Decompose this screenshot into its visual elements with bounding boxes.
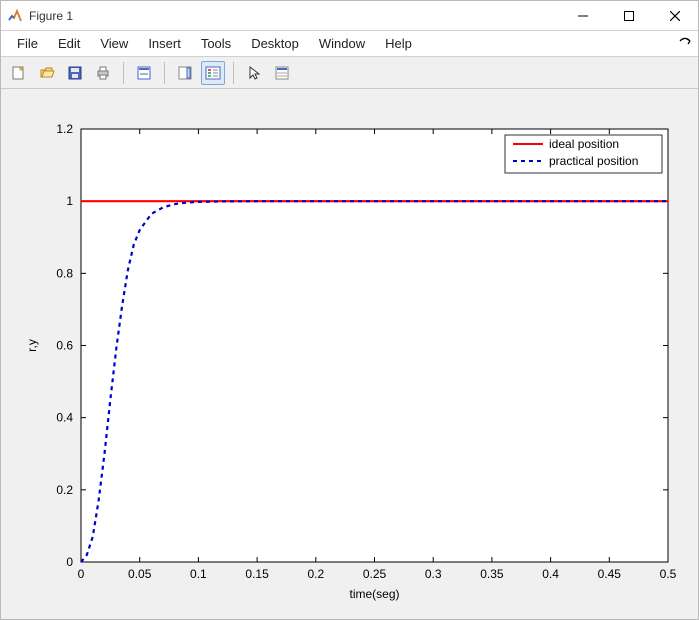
y-tick-label: 0 <box>66 555 73 569</box>
menu-help[interactable]: Help <box>375 33 422 54</box>
close-button[interactable] <box>652 1 698 30</box>
save-icon[interactable] <box>63 61 87 85</box>
toolbar-separator <box>233 62 234 84</box>
legend-entry: practical position <box>549 154 638 168</box>
toolbar-separator <box>123 62 124 84</box>
new-figure-icon[interactable] <box>7 61 31 85</box>
x-tick-label: 0.45 <box>598 567 622 581</box>
legend-entry: ideal position <box>549 137 619 151</box>
insert-legend-icon[interactable] <box>201 61 225 85</box>
x-tick-label: 0.25 <box>363 567 387 581</box>
menu-edit[interactable]: Edit <box>48 33 90 54</box>
x-tick-label: 0.15 <box>245 567 269 581</box>
maximize-button[interactable] <box>606 1 652 30</box>
x-tick-label: 0.5 <box>660 567 677 581</box>
minimize-button[interactable] <box>560 1 606 30</box>
link-plot-icon[interactable] <box>132 61 156 85</box>
dock-arrow-icon[interactable] <box>678 35 692 52</box>
x-tick-label: 0.05 <box>128 567 152 581</box>
menu-window[interactable]: Window <box>309 33 375 54</box>
menu-desktop[interactable]: Desktop <box>241 33 309 54</box>
plot-region: 0 0.05 0.1 0.15 0.2 0.25 0.3 0.35 0.4 0.45 0.5 0 0.2… <box>1 89 698 619</box>
open-icon[interactable] <box>35 61 59 85</box>
menu-tools[interactable]: Tools <box>191 33 241 54</box>
y-tick-label: 1 <box>66 194 73 208</box>
y-tick-label: 1.2 <box>56 122 73 136</box>
x-axis-label: time(seg) <box>349 587 399 601</box>
y-tick-label: 0.8 <box>56 266 73 280</box>
x-tick-label: 0.1 <box>190 567 207 581</box>
menu-file[interactable]: File <box>7 33 48 54</box>
open-property-inspector-icon[interactable] <box>270 61 294 85</box>
x-tick-label: 0.2 <box>307 567 324 581</box>
window-controls <box>560 1 698 30</box>
titlebar: Figure 1 <box>1 1 698 31</box>
axes[interactable]: 0 0.05 0.1 0.15 0.2 0.25 0.3 0.35 0.4 0.45 0.5 0 0.2… <box>1 89 698 617</box>
y-tick-label: 0.6 <box>56 339 73 353</box>
y-tick-label: 0.4 <box>56 411 73 425</box>
print-icon[interactable] <box>91 61 115 85</box>
menu-insert[interactable]: Insert <box>138 33 191 54</box>
window-title: Figure 1 <box>29 9 73 23</box>
toolbar-separator <box>164 62 165 84</box>
cursor-icon[interactable] <box>242 61 266 85</box>
y-tick-label: 0.2 <box>56 483 73 497</box>
x-tick-label: 0 <box>78 567 85 581</box>
insert-colorbar-icon[interactable] <box>173 61 197 85</box>
x-tick-label: 0.4 <box>542 567 559 581</box>
x-tick-label: 0.35 <box>480 567 504 581</box>
menubar: File Edit View Insert Tools Desktop Wind… <box>1 31 698 57</box>
x-tick-label: 0.3 <box>425 567 442 581</box>
toolbar <box>1 57 698 89</box>
legend[interactable]: ideal position practical position <box>505 135 662 173</box>
y-axis-label: r,y <box>25 339 39 352</box>
matlab-icon <box>7 8 23 24</box>
figure-window: Figure 1 File Edit View Insert Tools Des… <box>0 0 699 620</box>
menu-view[interactable]: View <box>90 33 138 54</box>
